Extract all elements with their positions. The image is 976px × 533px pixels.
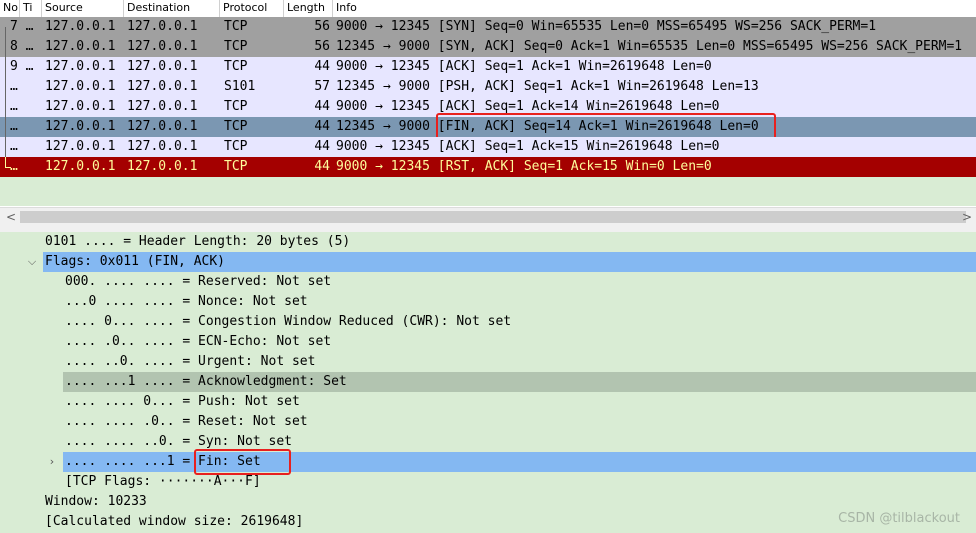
packet-source: 127.0.0.1 [45,139,116,154]
packet-row[interactable]: … 127.0.0.1 127.0.0.1 S101 57 12345 → 90… [0,77,976,97]
packet-info: 9000 → 12345 [SYN] Seq=0 Win=65535 Len=0… [336,19,877,34]
packet-source: 127.0.0.1 [45,79,116,94]
packet-source: 127.0.0.1 [45,99,116,114]
detail-row-flag-cwr[interactable]: .... 0... .... = Congestion Window Reduc… [0,312,976,332]
detail-row-header-length[interactable]: 0101 .... = Header Length: 20 bytes (5) [0,232,976,252]
detail-row-flag-syn[interactable]: .... .... ..0. = Syn: Not set [0,432,976,452]
packet-destination: 127.0.0.1 [127,79,198,94]
packet-list: No Ti Source Destination Protocol Length… [0,0,976,206]
packet-length: 57 [314,79,330,94]
column-header-length[interactable]: Length [284,0,333,17]
column-header-source[interactable]: Source [42,0,124,17]
packet-protocol: TCP [224,99,248,114]
packet-no: 9 … [10,59,34,74]
packet-length: 44 [314,59,330,74]
detail-row-flag-acknowledgment[interactable]: .... ...1 .... = Acknowledgment: Set [0,372,976,392]
packet-destination: 127.0.0.1 [127,39,198,54]
detail-row-flag-ecn-echo[interactable]: .... .0.. .... = ECN-Echo: Not set [0,332,976,352]
scrollbar-thumb[interactable] [20,211,966,223]
packet-length: 56 [314,19,330,34]
watermark: CSDN @tilblackout [838,511,960,526]
packet-protocol: TCP [224,139,248,154]
packet-destination: 127.0.0.1 [127,159,198,174]
packet-protocol: S101 [224,79,256,94]
detail-row-flags[interactable]: ⌵ Flags: 0x011 (FIN, ACK) [0,252,976,272]
packet-source: 127.0.0.1 [45,119,116,134]
packet-length: 44 [314,159,330,174]
column-header-protocol[interactable]: Protocol [220,0,284,17]
packet-row[interactable]: 7 … 127.0.0.1 127.0.0.1 TCP 56 9000 → 12… [0,17,976,37]
column-header-no[interactable]: No [0,0,20,17]
detail-row-flag-reset[interactable]: .... .... .0.. = Reset: Not set [0,412,976,432]
packet-row[interactable]: … 127.0.0.1 127.0.0.1 TCP 44 9000 → 1234… [0,157,976,177]
packet-details-tree: 0101 .... = Header Length: 20 bytes (5) … [0,232,976,533]
packet-info: 9000 → 12345 [ACK] Seq=1 Ack=15 Win=2619… [336,139,720,154]
packet-row[interactable]: 9 … 127.0.0.1 127.0.0.1 TCP 44 9000 → 12… [0,57,976,77]
packet-no: … [10,139,18,154]
packet-info: 12345 → 9000 [PSH, ACK] Seq=1 Ack=1 Win=… [336,79,759,94]
packet-length: 56 [314,39,330,54]
detail-row-flag-nonce[interactable]: ...0 .... .... = Nonce: Not set [0,292,976,312]
detail-row-flag-push[interactable]: .... .... 0... = Push: Not set [0,392,976,412]
packet-source: 127.0.0.1 [45,59,116,74]
packet-destination: 127.0.0.1 [127,19,198,34]
horizontal-scrollbar[interactable]: < > [0,207,976,226]
detail-row-flag-fin[interactable]: › .... .... ...1 = Fin: Set [0,452,976,472]
packet-no: … [10,99,18,114]
column-header-info[interactable]: Info [333,0,976,17]
packet-no: 7 … [10,19,34,34]
packet-info: 9000 → 12345 [ACK] Seq=1 Ack=1 Win=26196… [336,59,712,74]
packet-protocol: TCP [224,159,248,174]
packet-destination: 127.0.0.1 [127,99,198,114]
packet-row[interactable]: 8 … 127.0.0.1 127.0.0.1 TCP 56 12345 → 9… [0,37,976,57]
packet-length: 44 [314,99,330,114]
scroll-left-arrow-icon[interactable]: < [2,208,20,226]
packet-protocol: TCP [224,59,248,74]
packet-no: … [10,159,18,174]
packet-protocol: TCP [224,119,248,134]
packet-no: … [10,119,18,134]
scroll-right-arrow-icon[interactable]: > [958,208,976,226]
detail-row-flag-reserved[interactable]: 000. .... .... = Reserved: Not set [0,272,976,292]
packet-destination: 127.0.0.1 [127,139,198,154]
packet-source: 127.0.0.1 [45,39,116,54]
detail-row-window[interactable]: Window: 10233 [0,492,976,512]
packet-source: 127.0.0.1 [45,19,116,34]
packet-no: … [10,79,18,94]
packet-destination: 127.0.0.1 [127,119,198,134]
detail-row-tcp-flags[interactable]: [TCP Flags: ·······A···F] [0,472,976,492]
packet-length: 44 [314,139,330,154]
detail-row-calculated-window[interactable]: [Calculated window size: 2619648] [0,512,976,532]
packet-no: 8 … [10,39,34,54]
column-header-destination[interactable]: Destination [124,0,220,17]
packet-protocol: TCP [224,39,248,54]
chevron-right-icon[interactable]: › [45,452,59,472]
column-header-time[interactable]: Ti [20,0,42,17]
chevron-down-icon[interactable]: ⌵ [25,252,39,272]
packet-length: 44 [314,119,330,134]
packet-destination: 127.0.0.1 [127,59,198,74]
packet-list-header: No Ti Source Destination Protocol Length… [0,0,976,18]
packet-protocol: TCP [224,19,248,34]
packet-info: 12345 → 9000 [SYN, ACK] Seq=0 Ack=1 Win=… [336,39,963,54]
packet-info: 9000 → 12345 [RST, ACK] Seq=1 Ack=15 Win… [336,159,712,174]
detail-row-flag-urgent[interactable]: .... ..0. .... = Urgent: Not set [0,352,976,372]
packet-source: 127.0.0.1 [45,159,116,174]
packet-row[interactable]: … 127.0.0.1 127.0.0.1 TCP 44 9000 → 1234… [0,137,976,157]
